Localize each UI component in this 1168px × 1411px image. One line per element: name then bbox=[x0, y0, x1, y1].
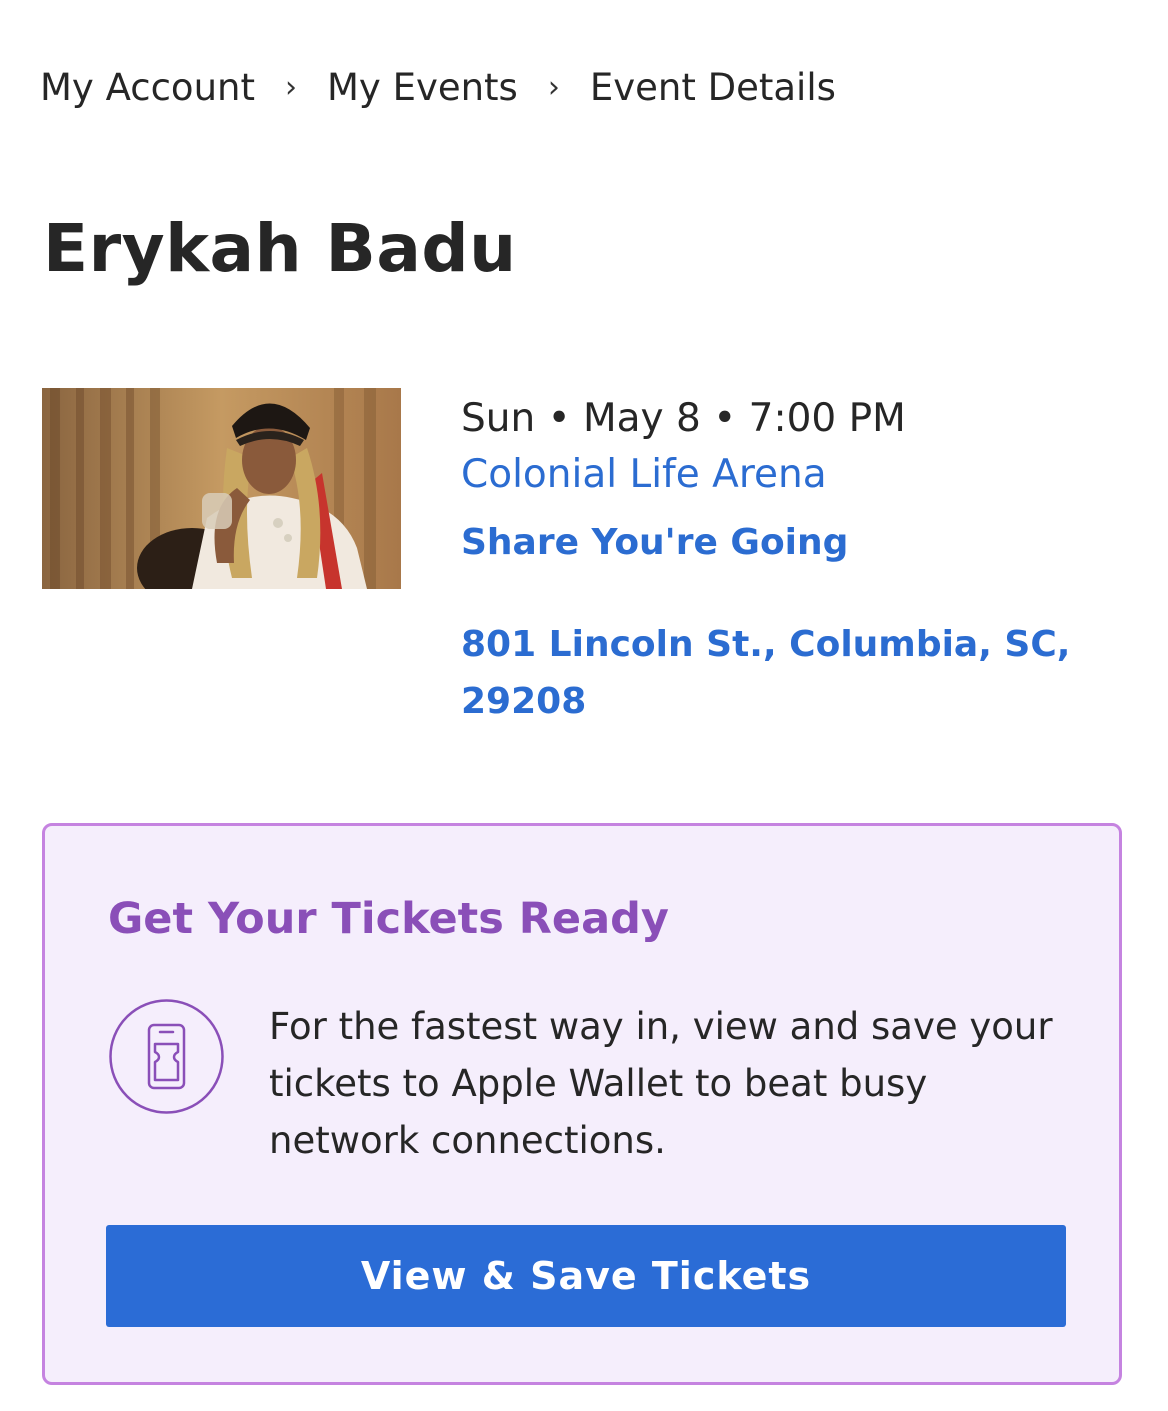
phone-ticket-icon bbox=[108, 998, 225, 1115]
page-title: Erykah Badu bbox=[43, 210, 517, 287]
event-image bbox=[42, 388, 401, 589]
breadcrumb-event-details: Event Details bbox=[589, 65, 836, 109]
tickets-ready-description: For the fastest way in, view and save yo… bbox=[269, 1005, 1053, 1162]
tickets-ready-card: Get Your Tickets Ready For the fastest w… bbox=[42, 823, 1122, 1385]
chevron-right-icon: › bbox=[284, 69, 297, 105]
breadcrumb: My Account › My Events › Event Details bbox=[40, 62, 836, 112]
venue-link[interactable]: Colonial Life Arena bbox=[461, 446, 1121, 504]
chevron-right-icon: › bbox=[547, 69, 560, 105]
event-details: Sun • May 8 • 7:00 PM Colonial Life Aren… bbox=[461, 392, 1121, 730]
breadcrumb-my-events[interactable]: My Events bbox=[327, 66, 518, 109]
share-going-link[interactable]: Share You're Going bbox=[461, 518, 1121, 568]
breadcrumb-my-account[interactable]: My Account bbox=[40, 66, 255, 109]
venue-address-link[interactable]: 801 Lincoln St., Columbia, SC, 29208 bbox=[461, 616, 1081, 730]
view-save-tickets-button[interactable]: View & Save Tickets bbox=[106, 1225, 1066, 1327]
tickets-ready-title: Get Your Tickets Ready bbox=[108, 894, 669, 944]
event-datetime: Sun • May 8 • 7:00 PM bbox=[461, 396, 906, 441]
